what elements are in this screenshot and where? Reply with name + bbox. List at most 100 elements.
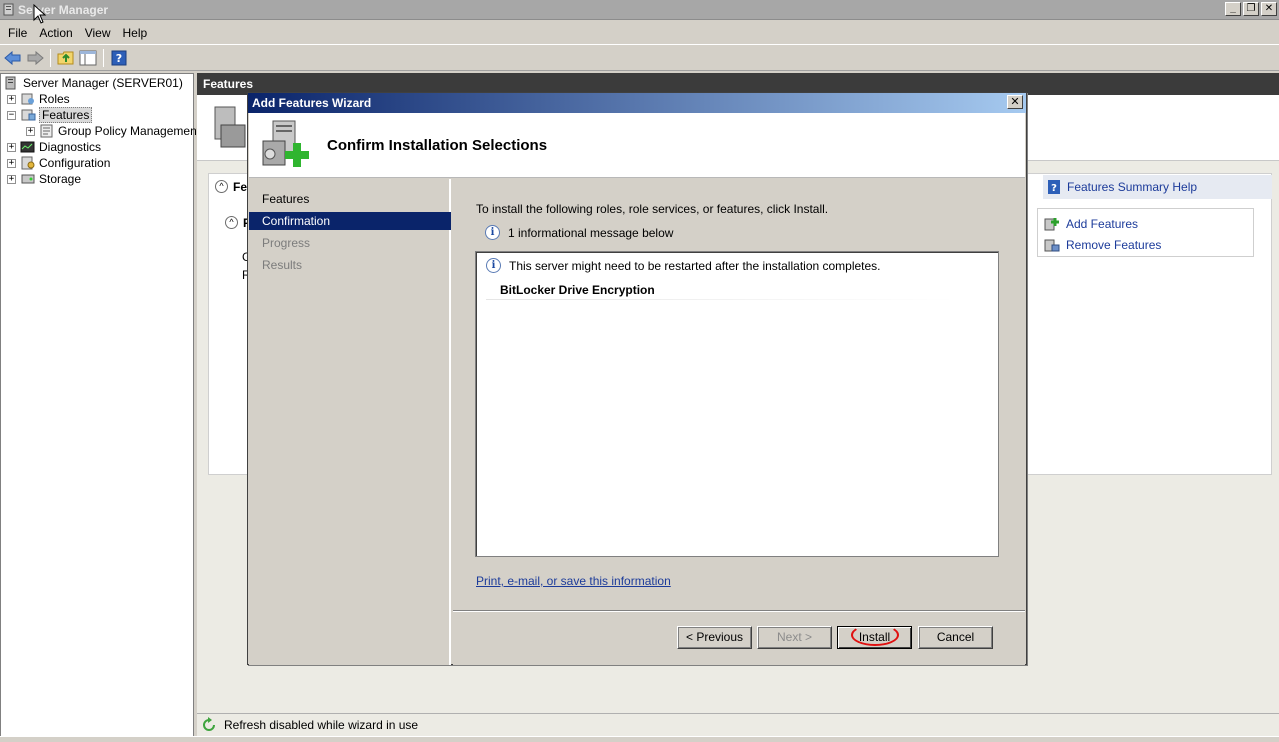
wizard-instructions: To install the following roles, role ser…	[476, 202, 829, 216]
cancel-button[interactable]: Cancel	[918, 626, 993, 649]
tree-item-group-policy[interactable]: + Group Policy Management	[26, 123, 200, 139]
tree-root[interactable]: Server Manager (SERVER01)	[4, 75, 183, 91]
group-policy-icon	[39, 124, 55, 138]
wizard-step-features[interactable]: Features	[249, 190, 451, 208]
expand-toggle[interactable]: +	[7, 142, 16, 152]
mouse-cursor-icon	[33, 4, 47, 24]
expand-toggle[interactable]: +	[7, 158, 16, 168]
bottom-strip	[0, 736, 1279, 742]
menu-help[interactable]: Help	[117, 22, 154, 44]
features-icon	[20, 108, 36, 122]
menu-file[interactable]: File	[2, 22, 33, 44]
feature-name: BitLocker Drive Encryption	[500, 283, 655, 297]
confirmation-list[interactable]: i This server might need to be restarted…	[475, 251, 999, 557]
menu-view[interactable]: View	[79, 22, 117, 44]
server-icon	[4, 76, 20, 90]
minimize-button[interactable]: _	[1225, 2, 1241, 16]
collapse-section-icon[interactable]: ^	[215, 180, 228, 193]
tree-item-label: Diagnostics	[39, 140, 102, 154]
help-button[interactable]: ?	[108, 47, 130, 69]
tree-item-features[interactable]: − Features	[7, 107, 93, 123]
actions-box: Add Features Remove Features	[1037, 208, 1254, 257]
install-button-label: Install	[858, 630, 891, 644]
tree-item-roles[interactable]: + Roles	[7, 91, 70, 107]
add-features-wizard-dialog[interactable]: Add Features Wizard ✕ Confirm Installati…	[247, 92, 1027, 665]
console-tree[interactable]: Server Manager (SERVER01) + Roles − Feat…	[0, 73, 200, 742]
refresh-icon	[203, 717, 215, 731]
tree-item-storage[interactable]: + Storage	[7, 171, 81, 187]
tree-item-diagnostics[interactable]: + Diagnostics	[7, 139, 101, 155]
features-banner-icon	[214, 106, 246, 148]
wizard-heading: Confirm Installation Selections	[327, 137, 548, 154]
close-button[interactable]: ✕	[1261, 2, 1277, 16]
tree-root-label: Server Manager (SERVER01)	[23, 76, 183, 90]
tree-item-label: Group Policy Management	[58, 124, 201, 138]
previous-button[interactable]: < Previous	[677, 626, 752, 649]
features-summary-help-link[interactable]: Features Summary Help	[1067, 180, 1197, 194]
tree-item-label: Configuration	[39, 156, 111, 170]
wizard-content: To install the following roles, role ser…	[453, 179, 1025, 609]
wizard-titlebar[interactable]: Add Features Wizard ✕	[248, 93, 1026, 113]
forward-button[interactable]	[24, 47, 46, 69]
wizard-header: Confirm Installation Selections	[249, 113, 1025, 178]
status-text: Refresh disabled while wizard in use	[224, 718, 419, 732]
info-summary-text: 1 informational message below	[508, 225, 674, 240]
add-features-wizard-icon	[262, 120, 309, 167]
svg-text:?: ?	[116, 52, 122, 65]
wizard-navigation: Features Confirmation Progress Results	[249, 179, 451, 665]
add-features-link[interactable]: Add Features	[1066, 217, 1138, 231]
wizard-step-confirmation[interactable]: Confirmation	[249, 212, 451, 230]
show-hide-tree-icon	[79, 50, 97, 65]
help-icon: ?	[111, 50, 127, 65]
remove-features-link[interactable]: Remove Features	[1066, 238, 1161, 252]
info-icon: i	[485, 225, 500, 240]
remove-features-action[interactable]: Remove Features	[1044, 234, 1247, 255]
svg-text:?: ?	[1051, 183, 1057, 194]
divider	[486, 299, 956, 300]
expand-toggle[interactable]: +	[7, 174, 16, 184]
window-titlebar[interactable]: Server Manager _ ❐ ✕	[0, 0, 1279, 24]
expand-toggle[interactable]: +	[7, 94, 16, 104]
restore-button[interactable]: ❐	[1243, 2, 1259, 16]
tree-item-label: Storage	[39, 172, 82, 186]
up-folder-icon	[57, 51, 74, 64]
forward-arrow-icon	[27, 50, 44, 65]
remove-features-icon	[1044, 239, 1060, 251]
collapse-subsection-icon[interactable]: ^	[225, 216, 238, 229]
features-summary-help[interactable]: ? Features Summary Help	[1043, 175, 1272, 199]
help-icon: ?	[1048, 180, 1060, 194]
wizard-step-results: Results	[262, 258, 303, 272]
menu-bar: File Action View Help	[0, 22, 1279, 44]
window-title: Server Manager	[18, 3, 109, 17]
diagnostics-icon	[20, 140, 36, 154]
up-level-button[interactable]	[55, 47, 77, 69]
status-bar: Refresh disabled while wizard in use	[197, 713, 1279, 736]
info-icon: i	[486, 258, 501, 273]
tree-item-configuration[interactable]: + Configuration	[7, 155, 110, 171]
menu-action[interactable]: Action	[33, 22, 78, 44]
add-features-action[interactable]: Add Features	[1044, 213, 1247, 234]
collapse-toggle[interactable]: −	[7, 110, 16, 120]
show-hide-tree-button[interactable]	[77, 47, 99, 69]
configuration-icon	[20, 156, 36, 170]
toolbar-separator	[103, 48, 104, 67]
toolbar-separator	[50, 48, 51, 67]
wizard-close-button[interactable]: ✕	[1007, 95, 1023, 109]
info-summary: i 1 informational message below	[485, 225, 673, 240]
roles-icon	[20, 92, 36, 106]
tree-item-label: Roles	[39, 92, 70, 106]
toolbar: ?	[0, 44, 1279, 71]
expand-toggle[interactable]: +	[26, 126, 35, 136]
wizard-title: Add Features Wizard	[252, 96, 372, 110]
back-arrow-icon	[4, 50, 21, 65]
wizard-step-progress: Progress	[262, 236, 311, 250]
print-save-link[interactable]: Print, e-mail, or save this information	[476, 574, 671, 588]
restart-message-text: This server might need to be restarted a…	[509, 258, 881, 273]
server-manager-icon	[3, 3, 14, 16]
next-button[interactable]: Next >	[757, 626, 832, 649]
back-button[interactable]	[2, 47, 24, 69]
add-features-icon	[1044, 217, 1059, 230]
restart-message: i This server might need to be restarted…	[486, 258, 881, 273]
install-button[interactable]: Install	[837, 624, 912, 649]
wizard-footer: < Previous Next > Install Cancel	[453, 610, 1025, 665]
